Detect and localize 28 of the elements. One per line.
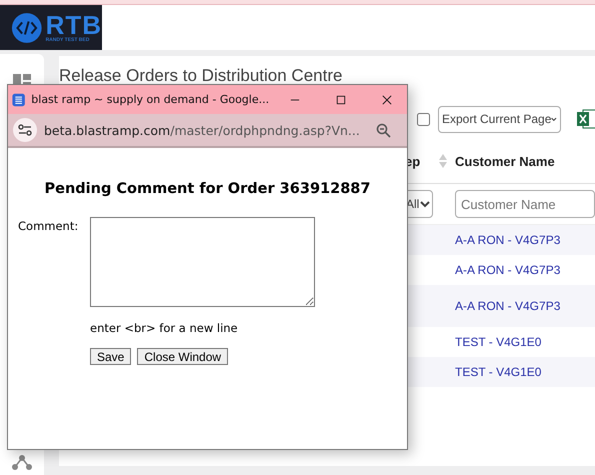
customer-link[interactable]: A-A RON - V4G7P3 [455, 263, 560, 277]
customer-link[interactable]: TEST - V4G1E0 [455, 365, 542, 379]
excel-icon[interactable] [577, 109, 595, 129]
code-icon [11, 10, 43, 44]
logo-name: RTB [46, 12, 102, 38]
window-button[interactable]: Close Window [137, 348, 228, 365]
hint-text: enter <br> for a new line [90, 321, 239, 335]
column-header[interactable]: Customer Name [455, 154, 555, 168]
customer-link[interactable]: A-A RON - V4G7P3 [455, 299, 560, 313]
select-all-checkbox[interactable] [417, 112, 430, 126]
customer-link[interactable]: TEST - V4G1E0 [455, 335, 542, 349]
document-icon [12, 92, 26, 108]
caret-icon [551, 116, 557, 122]
customer-link[interactable]: A-A RON - V4G7P3 [455, 233, 560, 247]
close-icon[interactable] [382, 94, 392, 106]
comment-field[interactable] [90, 217, 315, 307]
filter-field[interactable]: Customer Name [455, 190, 595, 218]
comment-heading: Pending Comment for Order 363912887 [43, 181, 372, 197]
maximize-icon[interactable] [336, 94, 346, 106]
site-settings-icon[interactable] [13, 118, 37, 142]
page-title: Release Orders to Distribution Centre [59, 66, 344, 86]
export-select[interactable]: Export Current Page [438, 106, 561, 132]
zoom-icon[interactable] [376, 122, 391, 138]
caret-icon [420, 200, 430, 208]
window-button[interactable]: Save [90, 348, 132, 365]
network-icon[interactable] [12, 454, 32, 470]
window-title: blast ramp ~ supply on demand - Google... [31, 93, 270, 106]
comment-label: Comment: [18, 218, 80, 235]
